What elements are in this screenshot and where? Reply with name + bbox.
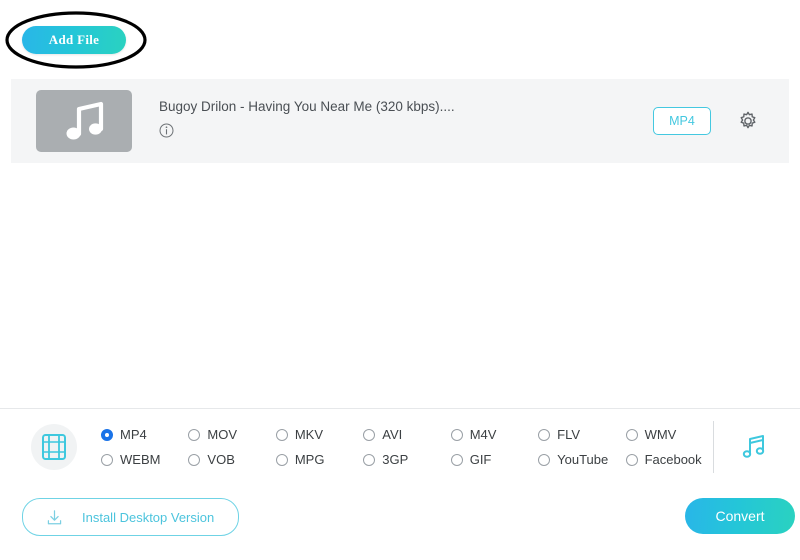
- format-option-label: Facebook: [644, 452, 702, 467]
- radio-indicator: [101, 453, 113, 466]
- radio-indicator: [538, 428, 551, 441]
- file-list-item[interactable]: Bugoy Drilon - Having You Near Me (320 k…: [11, 79, 789, 163]
- output-format-badge[interactable]: MP4: [653, 107, 711, 135]
- format-option-m4v[interactable]: M4V: [450, 422, 538, 447]
- music-note-icon: [66, 101, 104, 140]
- format-option-label: FLV: [557, 427, 581, 442]
- music-note-icon: [742, 435, 765, 458]
- file-thumbnail: [36, 90, 132, 152]
- format-selector-section: MP4 MOV MKV AVI M4V FLV WMV WEBM VOB MPG…: [0, 408, 800, 485]
- format-option-3gp[interactable]: 3GP: [363, 447, 450, 472]
- format-option-wmv[interactable]: WMV: [625, 422, 713, 447]
- format-option-label: MP4: [120, 427, 147, 442]
- format-option-flv[interactable]: FLV: [538, 422, 625, 447]
- format-option-mov[interactable]: MOV: [188, 422, 275, 447]
- radio-indicator: [101, 428, 113, 441]
- format-option-label: MOV: [207, 427, 238, 442]
- radio-indicator: [188, 453, 201, 466]
- format-option-label: YouTube: [557, 452, 609, 467]
- format-option-label: VOB: [207, 452, 235, 467]
- format-option-vob[interactable]: VOB: [188, 447, 275, 472]
- tab-video-formats[interactable]: [31, 424, 77, 470]
- radio-indicator: [538, 453, 551, 466]
- section-divider: [713, 421, 714, 473]
- format-option-avi[interactable]: AVI: [363, 422, 450, 447]
- format-option-label: AVI: [382, 427, 403, 442]
- convert-button[interactable]: Convert: [685, 498, 795, 534]
- radio-indicator: [625, 428, 638, 441]
- install-desktop-version-button[interactable]: Install Desktop Version: [22, 498, 239, 536]
- radio-indicator: [275, 453, 288, 466]
- format-option-youtube[interactable]: YouTube: [538, 447, 625, 472]
- info-icon[interactable]: [159, 123, 174, 138]
- format-option-gif[interactable]: GIF: [450, 447, 538, 472]
- radio-indicator: [363, 428, 376, 441]
- install-desktop-version-label: Install Desktop Version: [82, 509, 215, 525]
- radio-indicator: [188, 428, 201, 441]
- add-file-label: Add File: [48, 32, 100, 47]
- format-option-mp4[interactable]: MP4: [101, 422, 188, 447]
- format-option-label: WMV: [644, 427, 677, 442]
- format-option-label: MKV: [294, 427, 324, 442]
- radio-indicator: [625, 453, 638, 466]
- format-option-label: GIF: [469, 452, 492, 467]
- add-file-button[interactable]: Add File: [22, 26, 126, 54]
- radio-indicator: [450, 453, 463, 466]
- radio-indicator: [363, 453, 376, 466]
- radio-indicator: [450, 428, 463, 441]
- convert-label: Convert: [715, 508, 765, 524]
- format-option-label: M4V: [469, 427, 497, 442]
- file-actions: MP4: [653, 107, 759, 135]
- format-option-label: MPG: [294, 452, 325, 467]
- tab-audio-formats[interactable]: [734, 427, 774, 467]
- file-details: Bugoy Drilon - Having You Near Me (320 k…: [159, 99, 653, 143]
- top-toolbar: Add File: [0, 0, 800, 76]
- format-option-label: WEBM: [120, 452, 161, 467]
- format-option-facebook[interactable]: Facebook: [625, 447, 713, 472]
- gear-icon[interactable]: [737, 110, 759, 132]
- format-option-mpg[interactable]: MPG: [275, 447, 363, 472]
- film-strip-icon: [42, 434, 66, 460]
- radio-indicator: [275, 428, 288, 441]
- download-icon: [45, 508, 64, 527]
- file-name-label: Bugoy Drilon - Having You Near Me (320 k…: [159, 99, 455, 114]
- format-option-label: 3GP: [382, 452, 409, 467]
- output-format-label: MP4: [669, 114, 695, 128]
- format-radio-grid: MP4 MOV MKV AVI M4V FLV WMV WEBM VOB MPG…: [101, 422, 713, 472]
- format-option-webm[interactable]: WEBM: [101, 447, 188, 472]
- format-option-mkv[interactable]: MKV: [275, 422, 363, 447]
